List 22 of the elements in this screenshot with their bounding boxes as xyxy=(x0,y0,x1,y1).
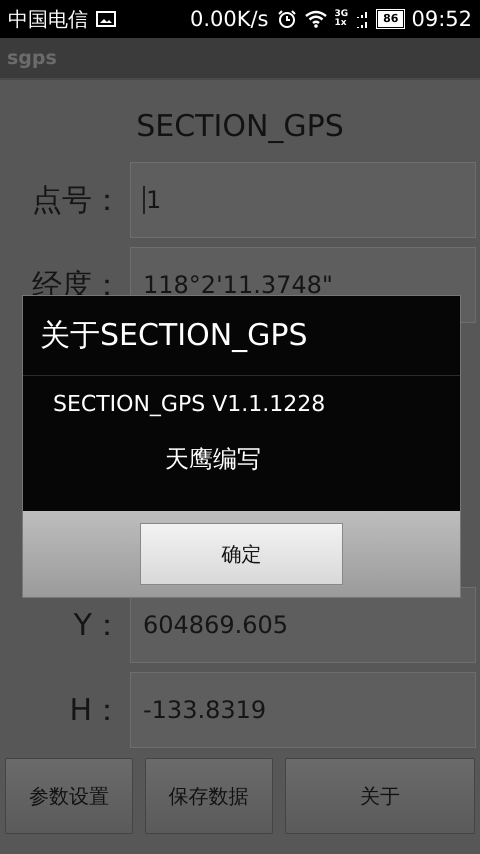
input-field[interactable]: -133.8319 xyxy=(130,672,476,748)
field-label: H： xyxy=(68,692,123,730)
action-button[interactable]: 保存数据 xyxy=(144,758,273,834)
alarm-icon xyxy=(276,9,296,29)
image-icon xyxy=(96,11,116,27)
page-heading: SECTION_GPS xyxy=(136,109,344,144)
battery-level: 86 xyxy=(378,11,404,27)
wifi-icon xyxy=(304,10,326,28)
network-speed: 0.00K/s xyxy=(190,7,268,31)
network-type: 3G xyxy=(334,10,348,19)
field-label: 点号： xyxy=(31,182,123,220)
action-button[interactable]: 参数设置 xyxy=(5,758,133,834)
field-label: Y： xyxy=(72,606,123,644)
version-text: SECTION_GPS V1.1.1228 xyxy=(53,392,326,417)
author-text: 天鹰编写 xyxy=(165,444,262,475)
action-button[interactable]: 关于 xyxy=(284,758,475,834)
carrier-name: 中国电信 xyxy=(8,6,88,32)
input-field[interactable]: 1 xyxy=(130,162,476,238)
ok-button[interactable]: 确定 xyxy=(140,523,343,585)
network-type: 1x xyxy=(334,19,348,28)
text-cursor xyxy=(143,186,145,214)
clock: 09:52 xyxy=(411,7,472,31)
